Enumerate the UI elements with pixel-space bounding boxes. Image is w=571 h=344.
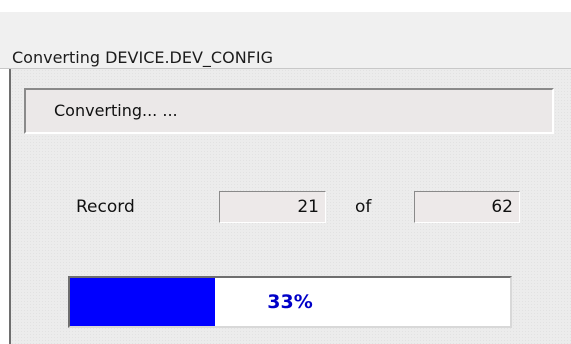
- total-records-field: 62: [414, 191, 520, 223]
- status-panel: Converting... ...: [24, 88, 554, 134]
- progress-bar: 33%: [68, 276, 512, 328]
- conversion-progress-window: Converting DEVICE.DEV_CONFIG Converting.…: [0, 0, 571, 344]
- status-message: Converting... ...: [54, 101, 178, 120]
- record-label: Record: [76, 197, 135, 217]
- of-label: of: [355, 197, 372, 217]
- title-bar[interactable]: Converting DEVICE.DEV_CONFIG: [0, 12, 571, 69]
- current-record-field: 21: [219, 191, 326, 223]
- progress-percent-text: 33%: [267, 291, 313, 313]
- window-title: Converting DEVICE.DEV_CONFIG: [12, 48, 273, 67]
